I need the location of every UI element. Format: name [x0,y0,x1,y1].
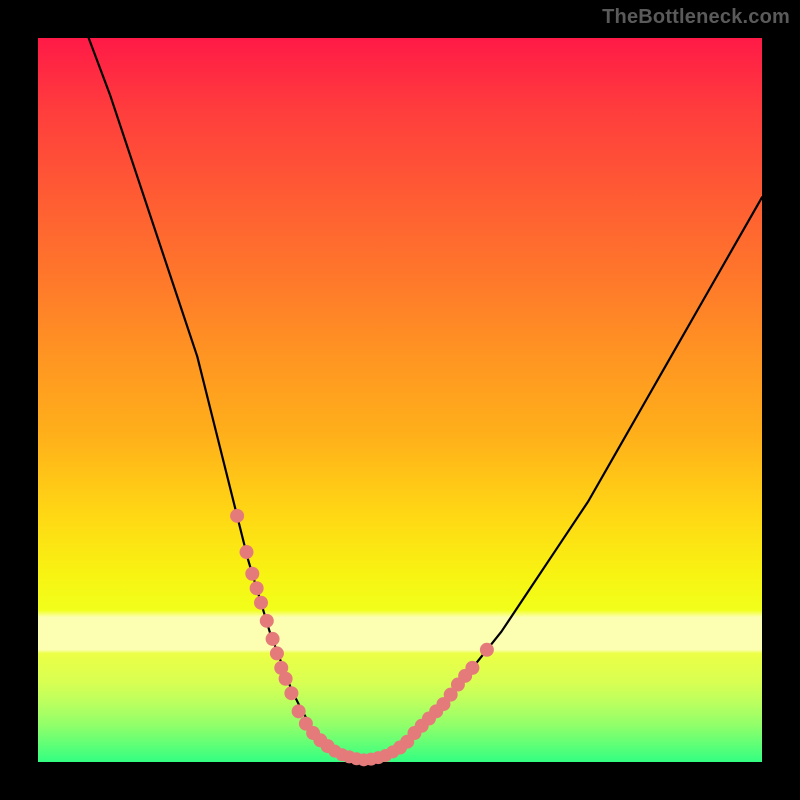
plot-area [38,38,762,762]
marker-dot [465,661,479,675]
marker-dot [292,704,306,718]
marker-dot [254,596,268,610]
marker-dot [279,672,293,686]
marker-dot [480,643,494,657]
curve-markers [230,509,494,766]
marker-dot [284,686,298,700]
chart-svg [38,38,762,762]
marker-dot [270,646,284,660]
curve-line [89,38,762,760]
marker-dot [250,581,264,595]
marker-dot [266,632,280,646]
marker-dot [230,509,244,523]
marker-dot [260,614,274,628]
marker-dot [240,545,254,559]
chart-frame: TheBottleneck.com [0,0,800,800]
marker-dot [245,567,259,581]
watermark-text: TheBottleneck.com [602,6,790,29]
